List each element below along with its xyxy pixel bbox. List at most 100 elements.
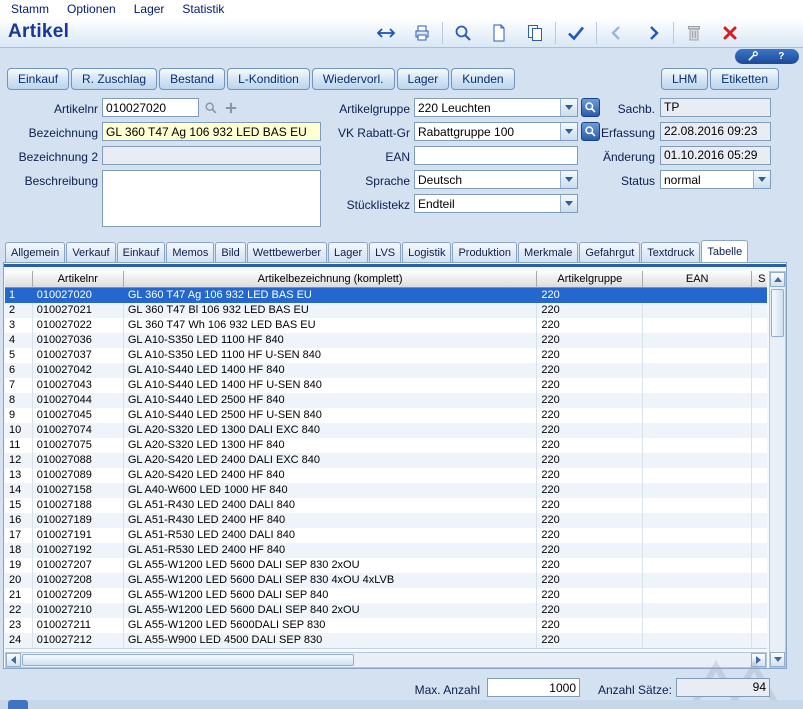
table-row[interactable]: 12010027088GL A20-S420 LED 2400 DALI EXC… [5, 453, 767, 468]
trash-icon[interactable] [676, 19, 712, 46]
close-icon[interactable] [712, 19, 748, 46]
cell-rownum: 9 [5, 408, 33, 423]
chevron-down-icon[interactable] [560, 123, 577, 140]
table-row[interactable]: 19010027207GL A55-W1200 LED 5600 DALI SE… [5, 558, 767, 573]
table-row[interactable]: 20010027208GL A55-W1200 LED 5600 DALI SE… [5, 573, 767, 588]
cell-rownum: 24 [5, 633, 33, 648]
table-row[interactable]: 4010027036GL A10-S350 LED 1100 HF 840220 [5, 333, 767, 348]
lager-button[interactable]: Lager [397, 68, 450, 90]
menu-item-optionen[interactable]: Optionen [58, 2, 125, 16]
vertical-scroll-thumb[interactable] [771, 289, 784, 337]
artikelgruppe-select[interactable]: 220 Leuchten [414, 98, 578, 117]
table-row[interactable]: 10010027074GL A20-S320 LED 1300 DALI EXC… [5, 423, 767, 438]
table-row[interactable]: 16010027189GL A51-R430 LED 2400 HF 84022… [5, 513, 767, 528]
new-document-icon[interactable] [481, 19, 517, 46]
table-row[interactable]: 7010027043GL A10-S440 LED 1400 HF U-SEN … [5, 378, 767, 393]
table-row[interactable]: 6010027042GL A10-S440 LED 1400 HF 840220 [5, 363, 767, 378]
table-row[interactable]: 15010027188GL A51-R430 LED 2400 DALI 840… [5, 498, 767, 513]
chevron-right-icon[interactable] [635, 19, 671, 46]
einkauf-button[interactable]: Einkauf [7, 68, 69, 90]
horizontal-scroll-thumb[interactable] [22, 654, 354, 666]
vk-rabatt-gr-select[interactable]: Rabattgruppe 100 [414, 122, 578, 141]
tab-logistik[interactable]: Logistik [402, 242, 451, 262]
tab-allgemein[interactable]: Allgemein [5, 242, 65, 262]
r-zuschlag-button[interactable]: R. Zuschlag [71, 68, 157, 90]
chevron-down-icon[interactable] [560, 195, 577, 212]
menu-item-stamm[interactable]: Stamm [2, 2, 58, 16]
tab-tabelle[interactable]: Tabelle [701, 240, 748, 262]
table-row[interactable]: 21010027209GL A55-W1200 LED 5600 DALI SE… [5, 588, 767, 603]
tab-gefahrgut[interactable]: Gefahrgut [579, 242, 640, 262]
table-row[interactable]: 9010027045GL A10-S440 LED 2500 HF U-SEN … [5, 408, 767, 423]
artikelnr-add-icon[interactable] [223, 100, 239, 116]
column-header-s[interactable]: S [752, 271, 767, 288]
beschreibung-textarea[interactable] [102, 170, 321, 227]
artikelnr-search-icon[interactable] [203, 100, 219, 116]
wiedervorl-button[interactable]: Wiedervorl. [312, 68, 395, 90]
table-row[interactable]: 11010027075GL A20-S320 LED 1300 HF 84022… [5, 438, 767, 453]
sprache-select[interactable]: Deutsch [414, 170, 578, 189]
artikelnr-input[interactable] [102, 98, 199, 117]
tab-memos[interactable]: Memos [166, 242, 214, 262]
tab-wettbewerber[interactable]: Wettbewerber [247, 242, 327, 262]
bezeichnung2-input[interactable] [102, 146, 321, 165]
bestand-button[interactable]: Bestand [159, 68, 225, 90]
menu-item-statistik[interactable]: Statistik [173, 2, 233, 16]
tab-verkauf[interactable]: Verkauf [66, 242, 115, 262]
kunden-button[interactable]: Kunden [451, 68, 514, 90]
lhm-button[interactable]: LHM [661, 68, 708, 90]
table-row[interactable]: 3010027022GL 360 T47 Wh 106 932 LED BAS … [5, 318, 767, 333]
chevron-down-icon[interactable] [560, 99, 577, 116]
search-icon[interactable] [445, 19, 481, 46]
table-row[interactable]: 18010027192GL A51-R530 LED 2400 HF 84022… [5, 543, 767, 558]
table-row[interactable]: 1010027020GL 360 T47 Ag 106 932 LED BAS … [5, 288, 767, 303]
table-row[interactable]: 23010027211GL A55-W1200 LED 5600DALI SEP… [5, 618, 767, 633]
scroll-left-button[interactable] [6, 653, 21, 667]
bezeichnung-input[interactable] [102, 122, 321, 141]
table-row[interactable]: 14010027158GL A40-W600 LED 1000 HF 84022… [5, 483, 767, 498]
tab-textdruck[interactable]: Textdruck [641, 242, 700, 262]
chevron-down-icon[interactable] [753, 171, 770, 188]
table-row[interactable]: 17010027191GL A51-R530 LED 2400 DALI 840… [5, 528, 767, 543]
tab-produktion[interactable]: Produktion [452, 242, 517, 262]
ean-input[interactable] [414, 146, 578, 165]
column-header-artikelgruppe[interactable]: Artikelgruppe [537, 271, 643, 288]
tab-bild[interactable]: Bild [215, 242, 245, 262]
status-select[interactable]: normal [660, 170, 771, 189]
help-button[interactable]: ? [770, 50, 792, 63]
table-row[interactable]: 13010027089GL A20-S420 LED 2400 HF 84022… [5, 468, 767, 483]
table-row[interactable]: 2010027021GL 360 T47 Bl 106 932 LED BAS … [5, 303, 767, 318]
table-row[interactable]: 24010027212GL A55-W900 LED 4500 DALI SEP… [5, 633, 767, 648]
table-row[interactable]: 8010027044GL A10-S440 LED 2500 HF 840220 [5, 393, 767, 408]
chevron-left-icon[interactable] [599, 19, 635, 46]
cell-artikelbezeichnung: GL A55-W1200 LED 5600 DALI SEP 830 2xOU [124, 558, 538, 573]
column-header-artikelnr[interactable]: Artikelnr [33, 271, 124, 288]
tab-merkmale[interactable]: Merkmale [518, 242, 578, 262]
cell-rownum: 12 [5, 453, 33, 468]
horizontal-scrollbar[interactable] [5, 652, 767, 668]
tab-lvs[interactable]: LVS [369, 242, 401, 262]
tab-einkauf[interactable]: Einkauf [117, 242, 166, 262]
scroll-up-button[interactable] [770, 272, 785, 287]
print-icon[interactable] [404, 19, 440, 46]
column-header-artikelbezeichnung[interactable]: Artikelbezeichnung (komplett) [124, 271, 538, 288]
etiketten-button[interactable]: Etiketten [710, 68, 779, 90]
copy-icon[interactable] [517, 19, 553, 46]
check-icon[interactable] [558, 19, 594, 46]
chevron-down-icon[interactable] [560, 171, 577, 188]
swap-icon[interactable] [368, 19, 404, 46]
vk-rabatt-gr-lookup-button[interactable] [581, 122, 600, 141]
table-row[interactable]: 22010027210GL A55-W1200 LED 5600 DALI SE… [5, 603, 767, 618]
l-kondition-button[interactable]: L-Kondition [227, 68, 310, 90]
column-header-ean[interactable]: EAN [643, 271, 752, 288]
menu-item-lager[interactable]: Lager [125, 2, 174, 16]
table-row[interactable]: 5010027037GL A10-S350 LED 1100 HF U-SEN … [5, 348, 767, 363]
tab-lager[interactable]: Lager [328, 242, 368, 262]
tools-button[interactable] [742, 50, 764, 63]
artikelgruppe-lookup-button[interactable] [581, 98, 600, 117]
stuecklistekz-select[interactable]: Endteil [414, 194, 578, 213]
column-header-rownum[interactable] [5, 271, 33, 288]
cell-artikelgruppe: 220 [537, 558, 643, 573]
max-anzahl-input[interactable] [487, 678, 580, 697]
vertical-scrollbar[interactable] [769, 271, 786, 668]
